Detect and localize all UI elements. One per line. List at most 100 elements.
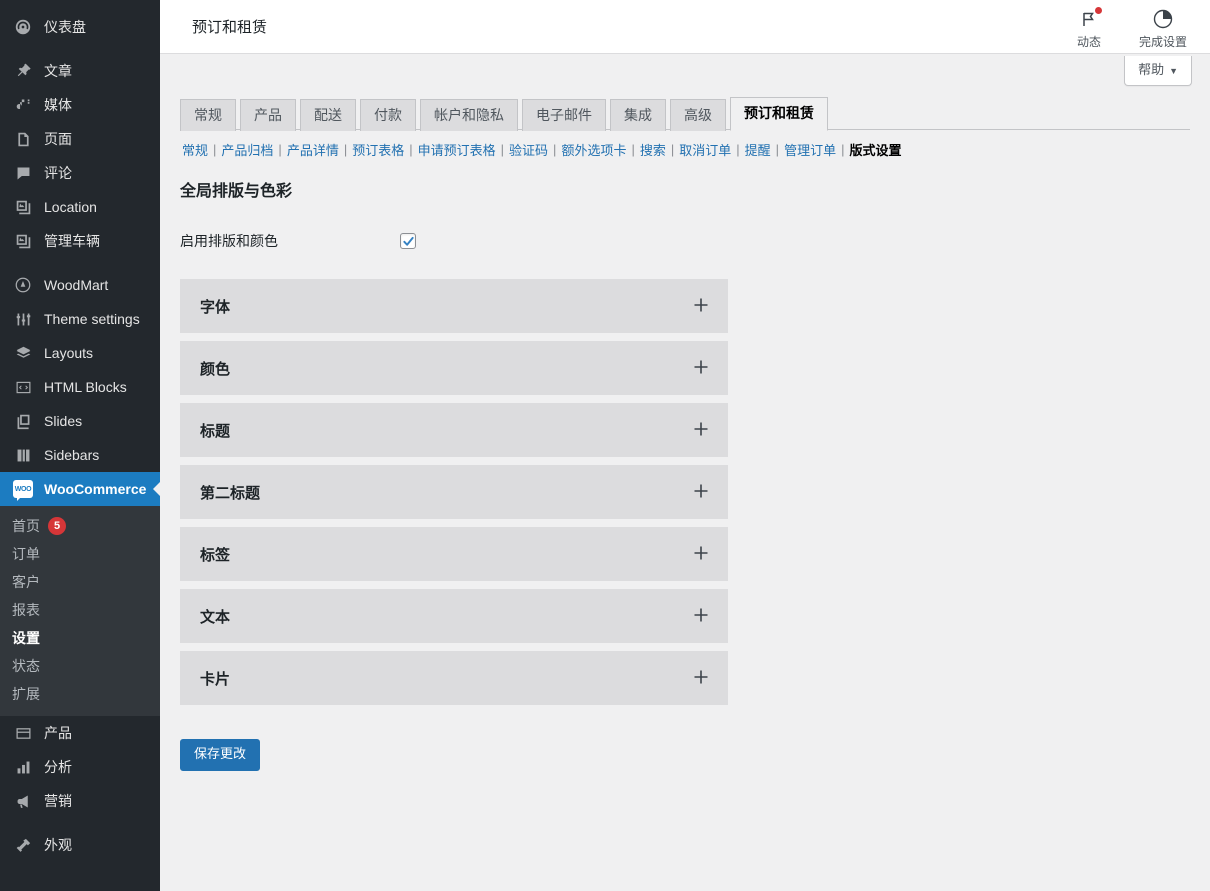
sidebar-item-label: 分析 [44,759,72,775]
analytics-icon [12,757,34,777]
tab-payments[interactable]: 付款 [360,99,416,131]
accordion-panel-text[interactable]: 文本 [180,589,728,644]
submenu-item-label: 状态 [12,658,40,674]
plus-icon [692,296,710,317]
subnav-item-booking-form[interactable]: 预订表格 [350,140,406,159]
sidebar-item-posts[interactable]: 文章 [0,54,160,88]
tab-products[interactable]: 产品 [240,99,296,131]
slides-icon [12,411,34,431]
sidebar-item-label: 媒体 [44,97,72,113]
progress-circle-icon [1152,6,1174,32]
typography-accordion: 字体 颜色 标题 第二标题 标签 文本 卡片 [180,279,728,706]
accordion-panel-labels[interactable]: 标签 [180,527,728,582]
sliders-icon [12,309,34,329]
subnav-separator: | [553,142,557,157]
accordion-panel-card[interactable]: 卡片 [180,651,728,706]
settings-tabs: 常规 产品 配送 付款 帐户和隐私 电子邮件 集成 高级 预订和租赁 [180,96,1190,131]
main-content: 预订和租赁 动态 完成设置 帮助 ▼ 常规 产品 配送 付款 帐户和隐私 电子邮… [160,0,1210,891]
submenu-item-label: 扩展 [12,686,40,702]
accordion-panel-fonts[interactable]: 字体 [180,279,728,334]
sidebar-item-dashboard[interactable]: 仪表盘 [0,10,160,44]
subnav-item-extra-tabs[interactable]: 额外选项卡 [559,140,628,159]
subnav-item-manage-orders[interactable]: 管理订单 [782,140,838,159]
submenu-item-orders[interactable]: 订单 [0,540,160,568]
sidebar-item-label: Layouts [44,345,94,361]
accordion-panel-colors[interactable]: 颜色 [180,341,728,396]
sidebar-item-layouts[interactable]: Layouts [0,336,160,370]
subnav-item-captcha[interactable]: 验证码 [507,140,550,159]
sidebar-item-woodmart[interactable]: WoodMart [0,268,160,302]
tab-general[interactable]: 常规 [180,99,236,131]
sidebar-item-pages[interactable]: 页面 [0,122,160,156]
sidebar-item-marketing[interactable]: 营销 [0,784,160,818]
accordion-panel-secondary-heading[interactable]: 第二标题 [180,465,728,520]
active-arrow-icon [153,481,160,497]
setup-progress-button[interactable]: 完成设置 [1136,4,1190,50]
sidebar-item-analytics[interactable]: 分析 [0,750,160,784]
sidebar-item-label: 管理车辆 [44,233,100,249]
tab-accounts-privacy[interactable]: 帐户和隐私 [420,99,518,131]
activity-panel-button[interactable]: 动态 [1062,4,1116,50]
menu-spacer-top [0,0,160,10]
gallery-icon [12,197,34,217]
submenu-item-settings[interactable]: 设置 [0,624,160,652]
accordion-panel-label: 标题 [200,422,231,440]
admin-sidebar: 仪表盘 文章 媒体 页面 评论 Location 管理车辆 WoodMart T… [0,0,160,891]
pending-count-badge: 5 [48,517,66,535]
tab-booking-and-rental[interactable]: 预订和租赁 [730,97,828,131]
sidebar-item-label: 营销 [44,793,72,809]
menu-separator-1 [0,44,160,54]
tab-integration[interactable]: 集成 [610,99,666,131]
help-toggle-button[interactable]: 帮助 ▼ [1124,56,1192,86]
section-title: 全局排版与色彩 [180,183,293,200]
submenu-item-home[interactable]: 首页 5 [0,512,160,540]
sidebar-item-theme-settings[interactable]: Theme settings [0,302,160,336]
sidebar-item-label: 文章 [44,63,72,79]
sidebar-item-html-blocks[interactable]: HTML Blocks [0,370,160,404]
subnav-item-product-details[interactable]: 产品详情 [285,140,341,159]
subnav-separator: | [343,142,348,157]
gallery-icon [12,231,34,251]
subnav-item-typography-settings[interactable]: 版式设置 [847,140,903,159]
subnav-item-search[interactable]: 搜索 [638,140,668,159]
chevron-down-icon: ▼ [1169,66,1178,76]
sidebar-item-woocommerce[interactable]: WOO WooCommerce [0,472,160,506]
sidebar-item-sidebars[interactable]: Sidebars [0,438,160,472]
sidebar-item-products[interactable]: 产品 [0,716,160,750]
sidebar-item-location[interactable]: Location [0,190,160,224]
accordion-panel-label: 字体 [200,298,231,316]
tab-emails[interactable]: 电子邮件 [522,99,606,131]
submenu-item-reports[interactable]: 报表 [0,596,160,624]
accordion-panel-heading[interactable]: 标题 [180,403,728,458]
sidebar-item-label: Slides [44,413,83,429]
plus-icon [692,482,710,503]
tab-shipping[interactable]: 配送 [300,99,356,131]
submenu-item-status[interactable]: 状态 [0,652,160,680]
subnav-item-request-booking-form[interactable]: 申请预订表格 [416,140,498,159]
menu-separator-3 [0,818,160,828]
menu-separator-2 [0,258,160,268]
product-icon [12,723,34,743]
activity-label: 动态 [1076,34,1101,49]
plus-icon [692,668,710,689]
submenu-item-customers[interactable]: 客户 [0,568,160,596]
save-changes-button[interactable]: 保存更改 [180,739,261,772]
help-tab-wrapper: 帮助 ▼ [1124,56,1192,86]
sidebar-item-appearance[interactable]: 外观 [0,828,160,862]
submenu-item-extensions[interactable]: 扩展 [0,680,160,708]
sidebar-item-label: WooCommerce [44,481,147,497]
sidebar-item-media[interactable]: 媒体 [0,88,160,122]
flag-icon [1079,6,1102,32]
subnav-item-product-archive[interactable]: 产品归档 [219,140,275,159]
sidebar-item-slides[interactable]: Slides [0,404,160,438]
tab-advanced[interactable]: 高级 [670,99,726,131]
subnav-item-cancel-order[interactable]: 取消订单 [677,140,733,159]
settings-subnav: 常规 | 产品归档 | 产品详情 | 预订表格 | 申请预订表格 | 验证码 | 额外选项卡… [180,140,1190,159]
sidebar-item-manage-vehicles[interactable]: 管理车辆 [0,224,160,258]
sidebar-item-comments[interactable]: 评论 [0,156,160,190]
sidebar-item-label: HTML Blocks [44,379,127,395]
subnav-item-general[interactable]: 常规 [180,140,210,159]
subnav-item-reminder[interactable]: 提醒 [743,140,773,159]
accordion-panel-label: 颜色 [200,360,231,378]
enable-typography-checkbox[interactable] [400,233,416,250]
